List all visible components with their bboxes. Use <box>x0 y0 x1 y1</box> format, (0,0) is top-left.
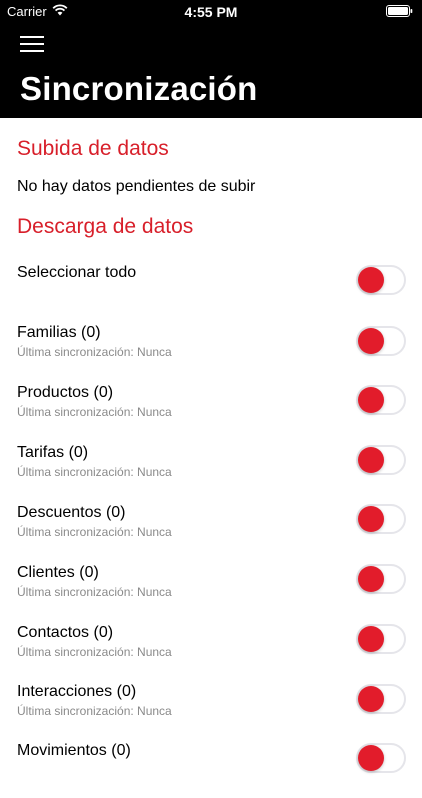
productos-toggle[interactable] <box>356 385 406 415</box>
item-label: Tarifas (0) <box>17 444 89 461</box>
toggle-knob <box>358 626 384 652</box>
familias-toggle[interactable] <box>356 326 406 356</box>
toggle-knob <box>358 328 384 354</box>
item-label: Familias (0) <box>17 324 101 341</box>
list-item-movimientos: Movimientos (0) <box>0 742 422 798</box>
toggle-knob <box>358 566 384 592</box>
upload-status-message: No hay datos pendientes de subir <box>17 178 256 195</box>
list-item-tarifas: Tarifas (0) Última sincronización: Nunca <box>0 444 422 500</box>
item-label: Interacciones (0) <box>17 683 137 700</box>
item-label: Productos (0) <box>17 384 114 401</box>
list-item-descuentos: Descuentos (0) Última sincronización: Nu… <box>0 504 422 560</box>
item-label: Descuentos (0) <box>17 504 126 521</box>
list-item-interacciones: Interacciones (0) Última sincronización:… <box>0 683 422 739</box>
last-sync-text: Última sincronización: Nunca <box>17 704 172 718</box>
select-all-label: Seleccionar todo <box>17 264 137 281</box>
status-time: 4:55 PM <box>184 4 238 20</box>
toggle-knob <box>358 686 384 712</box>
tarifas-toggle[interactable] <box>356 445 406 475</box>
page-title: Sincronización <box>20 70 258 107</box>
item-label: Clientes (0) <box>17 564 99 581</box>
app-header: Carrier 4:55 PM Sincronización <box>0 0 422 118</box>
contactos-toggle[interactable] <box>356 624 406 654</box>
toggle-knob <box>358 387 384 413</box>
last-sync-text: Última sincronización: Nunca <box>17 465 172 479</box>
toggle-knob <box>358 745 384 771</box>
list-item-familias: Familias (0) Última sincronización: Nunc… <box>0 324 422 380</box>
clientes-toggle[interactable] <box>356 564 406 594</box>
toggle-knob <box>358 506 384 532</box>
movimientos-toggle[interactable] <box>356 743 406 773</box>
last-sync-text: Última sincronización: Nunca <box>17 645 172 659</box>
interacciones-toggle[interactable] <box>356 684 406 714</box>
descuentos-toggle[interactable] <box>356 504 406 534</box>
status-bar: Carrier 4:55 PM <box>0 0 422 22</box>
list-item-contactos: Contactos (0) Última sincronización: Nun… <box>0 624 422 680</box>
list-item-clientes: Clientes (0) Última sincronización: Nunc… <box>0 564 422 620</box>
download-section-title: Descarga de datos <box>17 215 194 238</box>
last-sync-text: Última sincronización: Nunca <box>17 525 172 539</box>
item-label: Movimientos (0) <box>17 742 131 759</box>
select-all-row: Seleccionar todo <box>0 264 422 320</box>
item-label: Contactos (0) <box>17 624 114 641</box>
last-sync-text: Última sincronización: Nunca <box>17 405 172 419</box>
select-all-toggle[interactable] <box>356 265 406 295</box>
upload-section-title: Subida de datos <box>17 137 169 160</box>
list-item-productos: Productos (0) Última sincronización: Nun… <box>0 384 422 440</box>
hamburger-menu-icon[interactable] <box>20 34 46 54</box>
last-sync-text: Última sincronización: Nunca <box>17 345 172 359</box>
toggle-knob <box>358 447 384 473</box>
last-sync-text: Última sincronización: Nunca <box>17 585 172 599</box>
toggle-knob <box>358 267 384 293</box>
battery-icon <box>386 5 413 17</box>
